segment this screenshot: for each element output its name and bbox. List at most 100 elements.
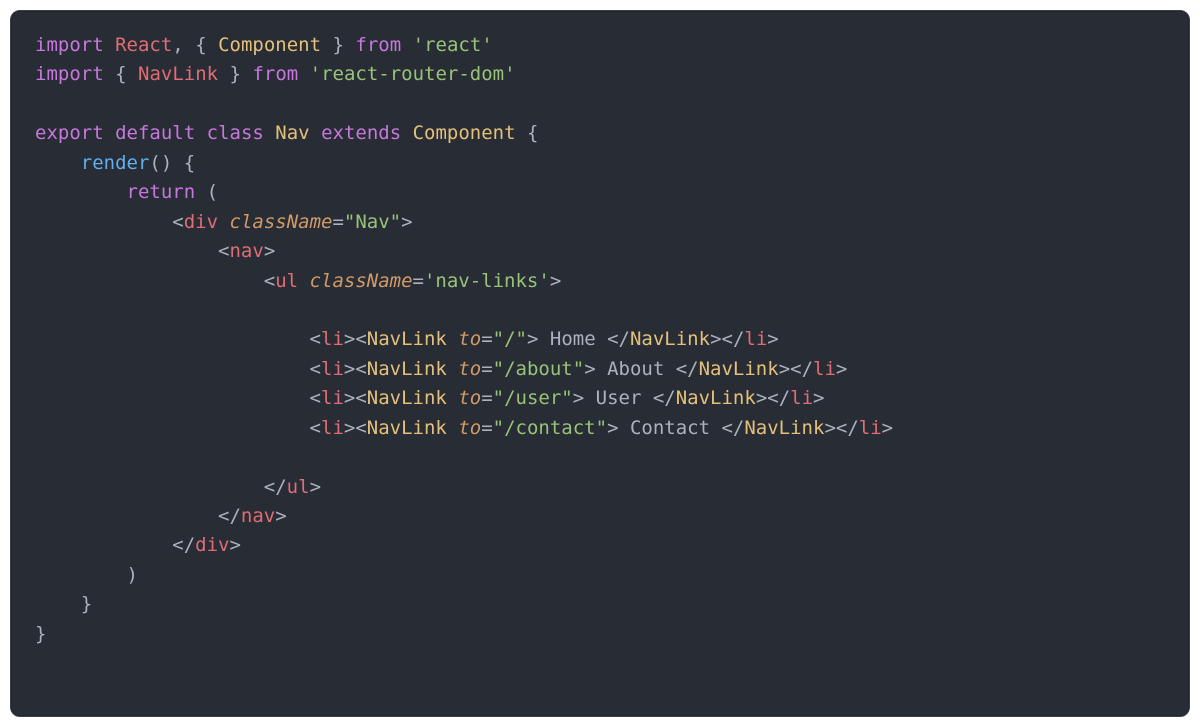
punct-parens: () (149, 152, 172, 174)
attr-value-contact: "/contact" (493, 417, 607, 439)
tag-div: div (195, 534, 229, 556)
punct-eq: = (481, 387, 492, 409)
punct-lbrace: { (195, 34, 206, 56)
code-line: </nav> (35, 502, 1165, 531)
punct-ltc: </ (172, 534, 195, 556)
space (447, 417, 458, 439)
punct-lbrace: { (115, 63, 126, 85)
tag-li: li (321, 387, 344, 409)
punct-gt: > (824, 417, 835, 439)
punct-lbrace: { (184, 152, 195, 174)
tag-li: li (744, 328, 767, 350)
tag-div: div (184, 211, 218, 233)
punct-ltc: </ (264, 476, 287, 498)
tag-navlink: NavLink (367, 328, 447, 350)
tag-ul: ul (287, 476, 310, 498)
punct-lbrace: { (527, 122, 538, 144)
kw-import: import (35, 34, 104, 56)
punct-gt: > (779, 358, 790, 380)
tag-navlink: NavLink (744, 417, 824, 439)
punct-lt: < (355, 358, 366, 380)
tag-li: li (321, 358, 344, 380)
punct-gt: > (813, 387, 824, 409)
kw-export: export (35, 122, 104, 144)
link-text-contact: Contact (619, 417, 722, 439)
punct-ltc: </ (653, 387, 676, 409)
code-line-navlink-user: <li><NavLink to="/user"> User </NavLink>… (35, 384, 1165, 413)
class-name-nav: Nav (275, 122, 309, 144)
punct-rparen: ) (127, 564, 138, 586)
class-name-component: Component (413, 122, 516, 144)
punct-rbrace: } (333, 34, 344, 56)
tag-li: li (790, 387, 813, 409)
code-line: import React, { Component } from 'react' (35, 31, 1165, 60)
punct-gt: > (275, 505, 286, 527)
code-line-blank (35, 90, 1165, 119)
code-line: import { NavLink } from 'react-router-do… (35, 60, 1165, 89)
str-router: 'react-router-dom' (310, 63, 516, 85)
ident-react: React (115, 34, 172, 56)
ident-component: Component (218, 34, 321, 56)
punct-lt: < (355, 387, 366, 409)
punct-rbrace: } (35, 623, 46, 645)
tag-nav: nav (229, 240, 263, 262)
code-line-navlink-home: <li><NavLink to="/"> Home </NavLink></li… (35, 325, 1165, 354)
code-line-blank (35, 443, 1165, 472)
tag-li: li (321, 328, 344, 350)
punct-rbrace: } (230, 63, 241, 85)
kw-class: class (207, 122, 264, 144)
kw-from: from (355, 34, 401, 56)
tag-li: li (813, 358, 836, 380)
punct-gt: > (344, 328, 355, 350)
attr-to: to (458, 328, 481, 350)
punct-ltc: </ (607, 328, 630, 350)
ident-navlink: NavLink (138, 63, 218, 85)
code-line: <div className="Nav"> (35, 208, 1165, 237)
kw-import: import (35, 63, 104, 85)
code-line-navlink-about: <li><NavLink to="/about"> About </NavLin… (35, 355, 1165, 384)
punct-gt: > (344, 387, 355, 409)
punct-lt: < (218, 240, 229, 262)
punct-ltc: </ (836, 417, 859, 439)
punct-eq: = (413, 270, 424, 292)
code-line: return ( (35, 178, 1165, 207)
space (447, 387, 458, 409)
code-line: <ul className='nav-links'> (35, 267, 1165, 296)
tag-li: li (859, 417, 882, 439)
method-render: render (81, 152, 150, 174)
punct-gt: > (527, 328, 538, 350)
attr-value-navlinks: 'nav-links' (424, 270, 550, 292)
tag-navlink: NavLink (367, 358, 447, 380)
code-line: render() { (35, 149, 1165, 178)
tag-nav: nav (241, 505, 275, 527)
tag-navlink: NavLink (630, 328, 710, 350)
punct-gt: > (836, 358, 847, 380)
space (218, 211, 229, 233)
punct-lt: < (264, 270, 275, 292)
punct-ltc: </ (218, 505, 241, 527)
attr-to: to (458, 387, 481, 409)
code-line-navlink-contact: <li><NavLink to="/contact"> Contact </Na… (35, 414, 1165, 443)
str-react: 'react' (413, 34, 493, 56)
kw-extends: extends (321, 122, 401, 144)
punct-ltc: </ (676, 358, 699, 380)
punct-gt: > (710, 328, 721, 350)
punct-gt: > (573, 387, 584, 409)
code-block: import React, { Component } from 'react'… (10, 10, 1190, 717)
space (447, 328, 458, 350)
attr-value-nav: "Nav" (344, 211, 401, 233)
code-line: <nav> (35, 237, 1165, 266)
kw-from: from (252, 63, 298, 85)
punct-gt: > (264, 240, 275, 262)
tag-ul: ul (275, 270, 298, 292)
punct-lt: < (355, 417, 366, 439)
attr-classname: className (310, 270, 413, 292)
code-line-blank (35, 296, 1165, 325)
link-text-about: About (596, 358, 676, 380)
kw-return: return (127, 181, 196, 203)
punct-lt: < (310, 387, 321, 409)
space (298, 270, 309, 292)
punct-lparen: ( (207, 181, 218, 203)
punct-eq: = (481, 417, 492, 439)
code-line: </div> (35, 531, 1165, 560)
